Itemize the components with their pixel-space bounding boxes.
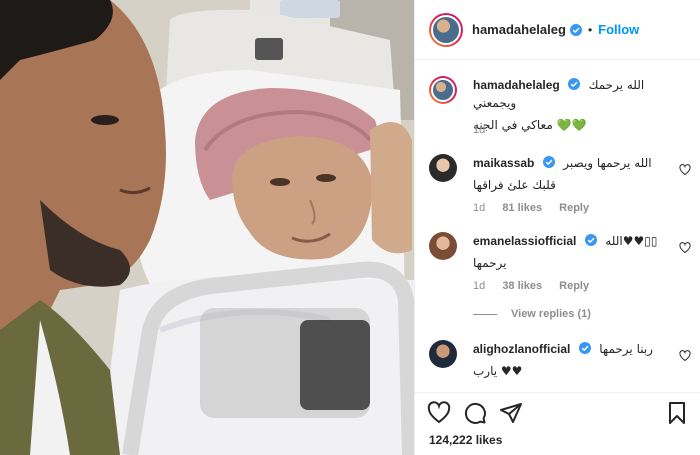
comment-item: emanelassiofficial الله♥♥▯▯ يرحمها 1d 38… [429,232,691,302]
header-separator: • [587,22,593,37]
verified-badge-icon [569,23,582,36]
comment-text-line1: الله يرحمها ويصبر [563,156,652,170]
post-photo[interactable] [0,0,414,455]
caption-avatar[interactable] [429,76,457,104]
comment-text-line2: قلبك علئ فراقها [473,178,556,192]
comment-like-heart-icon[interactable] [679,242,691,254]
commenter-avatar[interactable] [429,232,457,260]
caption-time[interactable]: 1d [473,124,485,136]
commenter-avatar[interactable] [429,154,457,182]
heart-icon[interactable] [427,401,451,425]
comment-time[interactable]: 1d [473,280,485,292]
comments-list: hamadahelaleg الله يرحمك ويجمعني معاكي ف… [415,60,700,392]
follow-button[interactable]: Follow [598,22,639,37]
author-avatar[interactable] [429,12,463,47]
commenter-avatar[interactable] [429,340,457,368]
comment-text-line1: الله♥♥▯▯ [605,234,658,248]
bookmark-icon[interactable] [665,401,689,425]
commenter-username[interactable]: emanelassiofficial [473,234,576,248]
commenter-username[interactable]: alighozlanofficial [473,342,570,356]
comment-meta: 1d 81 likes Reply [473,202,603,214]
comment-likes[interactable]: 81 likes [502,202,542,214]
caption-meta: 1d [473,124,499,136]
verified-badge-icon [584,234,597,246]
comment-text-line2: يرحمها [473,256,507,270]
hospital-photo-illustration [0,0,414,455]
comment-meta: 1d 38 likes Reply [473,280,603,292]
caption-text-line2: معاكي في الجنه 💚💚 [473,118,587,132]
verified-badge-icon [568,78,581,90]
instagram-post: hamadahelaleg • Follow hamadahelaleg الل… [0,0,700,455]
commenter-username[interactable]: maikassab [473,156,534,170]
post-actions-bar: 124,222 likes [415,392,700,455]
reply-button[interactable]: Reply [559,202,589,214]
comment-item: maikassab الله يرحمها ويصبر قلبك علئ فرا… [429,154,691,224]
verified-badge-icon [542,156,555,168]
author-username[interactable]: hamadahelaleg [472,22,566,37]
comment-text-line1: ربنا يرحمها [599,342,653,356]
comment-like-heart-icon[interactable] [679,164,691,176]
comment-likes[interactable]: 38 likes [502,280,542,292]
share-icon[interactable] [499,401,523,425]
comment-icon[interactable] [463,401,487,425]
view-replies-button[interactable]: View replies (1) [473,308,591,320]
post-header: hamadahelaleg • Follow [415,0,700,60]
reply-button[interactable]: Reply [559,280,589,292]
verified-badge-icon [578,342,591,354]
caption: hamadahelaleg الله يرحمك ويجمعني معاكي ف… [429,76,691,146]
comment-item: alighozlanofficial ربنا يرحمها يارب ♥♥ [429,340,691,392]
caption-username[interactable]: hamadahelaleg [473,78,560,92]
comment-time[interactable]: 1d [473,202,485,214]
post-side-panel: hamadahelaleg • Follow hamadahelaleg الل… [414,0,700,455]
post-likes-count[interactable]: 124,222 likes [429,433,502,447]
comment-text-line2: يارب ♥♥ [473,364,523,378]
comment-like-heart-icon[interactable] [679,350,691,362]
